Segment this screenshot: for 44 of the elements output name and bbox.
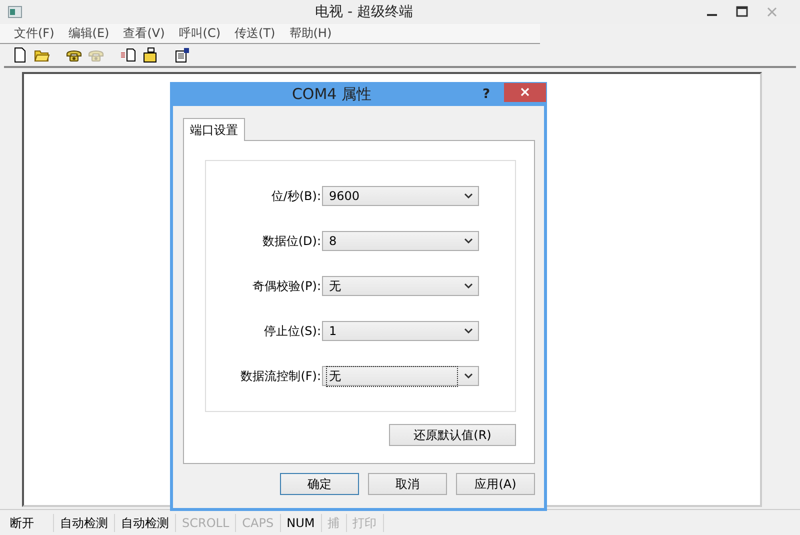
caret-icon — [464, 373, 473, 379]
close-button[interactable] — [504, 82, 546, 102]
status-field: 自动检测 — [115, 514, 176, 532]
status-field: 断开 — [4, 514, 54, 532]
restore-defaults-button[interactable]: 还原默认值(R) — [389, 424, 516, 446]
caret-icon — [464, 238, 473, 244]
menu-item[interactable]: 传送(T) — [234, 25, 276, 42]
status-field: SCROLL — [176, 514, 236, 532]
field-label: 数据流控制(F): — [240, 368, 322, 384]
caret-icon — [464, 328, 473, 334]
properties-icon[interactable] — [174, 47, 190, 63]
cancel-button[interactable]: 取消 — [368, 473, 447, 495]
ok-button[interactable]: 确定 — [280, 473, 359, 495]
status-field: 打印 — [346, 514, 384, 532]
window-title: 电视 - 超级终端 — [314, 3, 414, 21]
menu-item[interactable]: 文件(F) — [14, 25, 54, 42]
send-file-icon[interactable] — [120, 47, 136, 63]
dropdown[interactable]: 8 — [322, 231, 479, 251]
maximize-icon[interactable] — [736, 6, 748, 18]
apply-button[interactable]: 应用(A) — [456, 473, 535, 495]
dropdown[interactable]: 1 — [322, 321, 479, 341]
menu-item[interactable]: 编辑(E) — [68, 25, 110, 42]
new-file-icon[interactable] — [12, 47, 28, 63]
status-field: 自动检测 — [54, 514, 115, 532]
dropdown[interactable]: 9600 — [322, 186, 479, 206]
help-button[interactable]: ? — [480, 86, 492, 102]
status-field: CAPS — [236, 514, 281, 532]
field-label: 停止位(S): — [262, 322, 322, 340]
close-icon — [520, 87, 530, 97]
menu-item[interactable]: 呼叫(C) — [178, 25, 221, 42]
menu-item[interactable]: 帮助(H) — [289, 25, 332, 42]
field-label: 位/秒(B): — [270, 188, 322, 204]
tab[interactable]: 端口设置 — [183, 118, 245, 141]
app-icon — [8, 6, 22, 18]
dropdown[interactable]: 无 — [322, 276, 479, 296]
status-field: NUM — [280, 514, 322, 532]
dropdown[interactable]: 无 — [322, 366, 479, 386]
dialog-title: COM4 属性 — [290, 84, 372, 104]
menu-item[interactable]: 查看(V) — [123, 25, 165, 42]
caret-icon — [464, 283, 473, 289]
field-label: 奇偶校验(P): — [251, 278, 322, 294]
field-label: 数据位(D): — [261, 232, 322, 250]
caret-icon — [464, 193, 473, 199]
status-field: 捕 — [322, 514, 347, 532]
